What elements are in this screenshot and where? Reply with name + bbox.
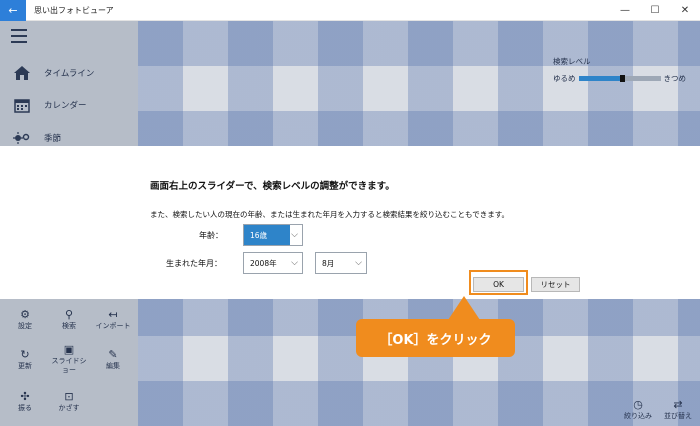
birth-month-value: 8月 xyxy=(322,258,335,268)
sort-button[interactable]: ⇄ 並び替え xyxy=(660,392,696,426)
refresh-button[interactable]: ↻ 更新 xyxy=(5,339,45,379)
command-label: 並び替え xyxy=(664,411,692,420)
hold-icon: ⊡ xyxy=(64,389,74,403)
search-level-strict-label: きつめ xyxy=(663,74,687,83)
back-arrow-icon: ← xyxy=(8,3,18,17)
command-label: 更新 xyxy=(18,361,32,370)
shake-button[interactable]: ✣ 振る xyxy=(5,381,45,421)
ok-button[interactable]: OK xyxy=(473,277,524,292)
slideshow-button[interactable]: ▣ スライドショー xyxy=(49,339,89,379)
minimize-icon: — xyxy=(620,5,630,16)
import-icon: ↤ xyxy=(108,307,118,321)
search-level-title: 検索レベル xyxy=(553,57,591,66)
search-level-row: ゆるめ きつめ xyxy=(553,73,693,84)
reset-button[interactable]: リセット xyxy=(531,277,580,292)
command-label: インポート xyxy=(95,321,131,330)
slideshow-icon: ▣ xyxy=(63,343,75,356)
minimize-button[interactable]: — xyxy=(610,0,640,21)
edit-button[interactable]: ✎ 編集 xyxy=(93,339,133,379)
maximize-button[interactable]: ☐ xyxy=(640,0,670,21)
filter-button[interactable]: ◷ 絞り込み xyxy=(620,392,656,426)
sidebar-item-label: 季節 xyxy=(44,134,62,144)
back-button[interactable]: ← xyxy=(0,0,26,21)
sidebar-item-calendar[interactable]: カレンダー xyxy=(0,91,138,119)
import-button[interactable]: ↤ インポート xyxy=(93,299,133,339)
search-level-widget: 検索レベル ゆるめ きつめ xyxy=(553,56,693,84)
app-title: 思い出フォトビューア xyxy=(34,5,114,15)
age-label: 年齢： xyxy=(199,231,223,240)
chevron-down-icon: ⌵ xyxy=(291,230,298,240)
command-label: 編集 xyxy=(106,361,120,370)
instruction-callout: ［OK］をクリック xyxy=(356,319,515,357)
age-value: 16歳 xyxy=(244,225,290,245)
command-label: 設定 xyxy=(18,321,32,330)
hamburger-menu-icon[interactable] xyxy=(11,29,27,47)
search-level-slider-thumb[interactable] xyxy=(619,75,625,82)
dialog-title: 画面右上のスライダーで、検索レベルの調整ができます。 xyxy=(150,181,395,192)
gear-icon: ⚙ xyxy=(20,307,30,321)
season-icon xyxy=(9,131,35,145)
hold-button[interactable]: ⊡ かざす xyxy=(49,381,89,421)
command-label: 振る xyxy=(18,403,32,412)
window-controls: — ☐ ✕ xyxy=(610,0,700,21)
age-select[interactable]: 16歳 ⌵ xyxy=(243,224,303,246)
search-level-loose-label: ゆるめ xyxy=(553,74,576,83)
title-bar: ← 思い出フォトビューア — ☐ ✕ xyxy=(0,0,700,21)
sidebar-item-label: タイムライン xyxy=(44,69,95,79)
command-label: 絞り込み xyxy=(624,411,652,420)
calendar-icon xyxy=(9,98,35,113)
sidebar-item-label: カレンダー xyxy=(44,101,87,111)
search-level-slider-fill xyxy=(578,76,622,81)
settings-button[interactable]: ⚙ 設定 xyxy=(5,299,45,339)
close-icon: ✕ xyxy=(680,5,690,16)
command-label: かざす xyxy=(58,403,80,412)
maximize-icon: ☐ xyxy=(650,5,660,16)
dialog-description: また、検索したい人の現在の年齢、または生まれた年月を入力すると検索結果を絞り込む… xyxy=(150,210,509,219)
edit-icon: ✎ xyxy=(108,347,118,361)
command-label: スライドショー xyxy=(51,357,87,374)
search-settings-dialog: 画面右上のスライダーで、検索レベルの調整ができます。 また、検索したい人の現在の… xyxy=(0,146,700,299)
sort-icon: ⇄ xyxy=(673,397,683,411)
birth-year-select[interactable]: 2008年 ⌵ xyxy=(243,252,303,274)
command-panel: ⚙ 設定 ⚲ 検索 ↤ インポート ↻ 更新 ▣ スライドショー ✎ 編集 ✣ … xyxy=(0,299,138,426)
search-button[interactable]: ⚲ 検索 xyxy=(49,299,89,339)
chevron-down-icon: ⌵ xyxy=(291,258,298,268)
birth-year-value: 2008年 xyxy=(250,258,277,268)
shake-icon: ✣ xyxy=(20,389,30,403)
callout-pointer xyxy=(448,296,480,320)
chevron-down-icon: ⌵ xyxy=(355,258,362,268)
refresh-icon: ↻ xyxy=(20,347,30,361)
command-label: 検索 xyxy=(62,321,76,330)
close-button[interactable]: ✕ xyxy=(670,0,700,21)
filter-clock-icon: ◷ xyxy=(633,397,643,411)
birth-month-select[interactable]: 8月 ⌵ xyxy=(315,252,367,274)
home-icon xyxy=(9,65,35,81)
search-icon: ⚲ xyxy=(64,307,74,321)
search-level-slider[interactable] xyxy=(578,75,661,82)
callout-text: ［OK］をクリック xyxy=(379,332,492,348)
birth-label: 生まれた年月： xyxy=(166,259,222,268)
sidebar-item-timeline[interactable]: タイムライン xyxy=(0,59,138,87)
